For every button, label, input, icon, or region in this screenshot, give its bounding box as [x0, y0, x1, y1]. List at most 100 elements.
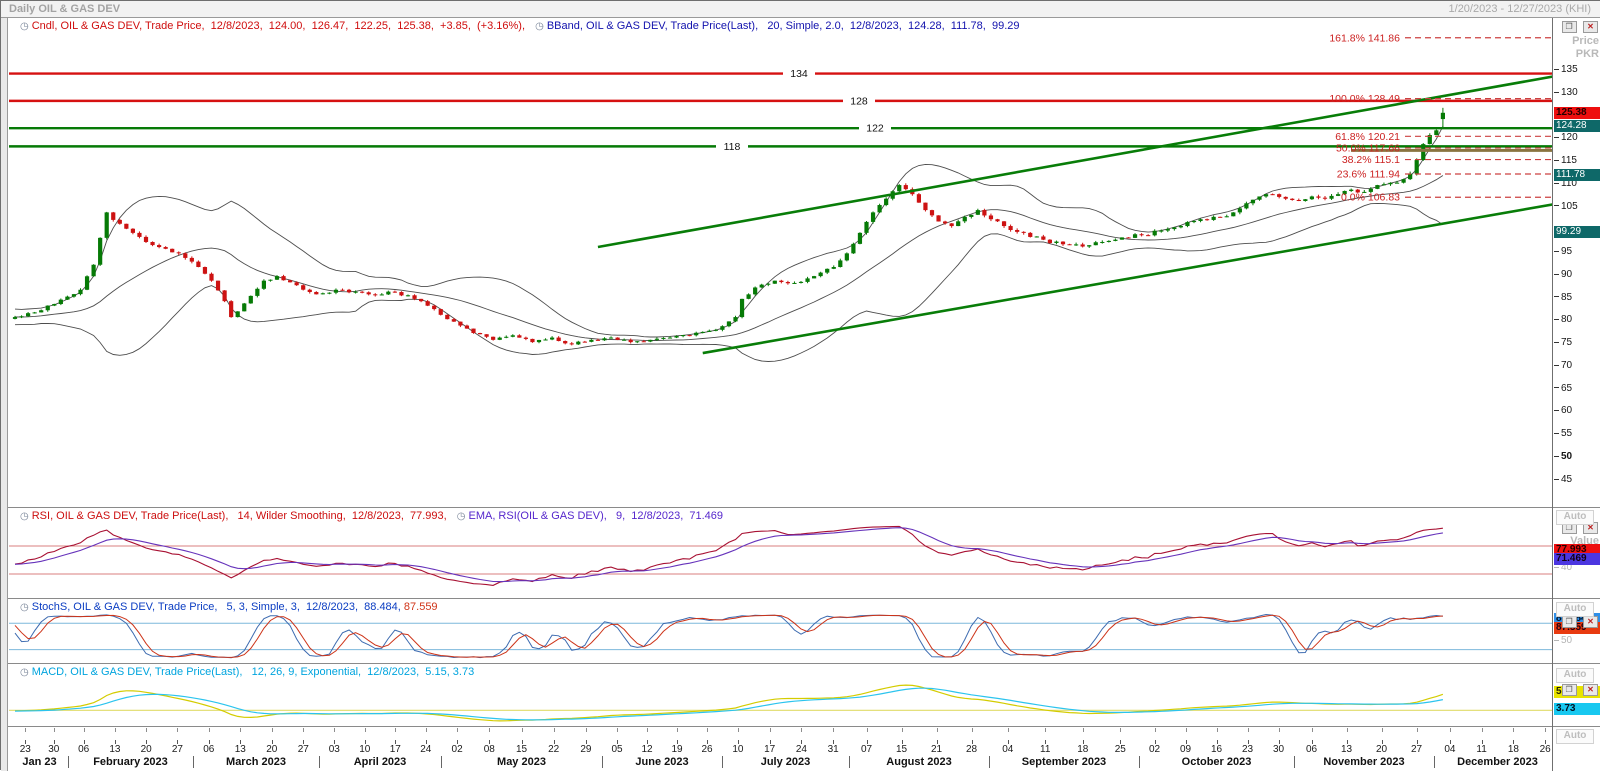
stoch-axis-tick: 50	[1554, 635, 1572, 646]
date-axis-tick-label: 17	[382, 744, 408, 755]
close-window-button[interactable]: ✕	[1583, 21, 1598, 33]
date-axis-tick-label: 20	[1369, 744, 1395, 755]
macd-axis-auto-button[interactable]: Auto	[1556, 729, 1594, 744]
date-axis-tick-label: 30	[41, 744, 67, 755]
date-axis-tickmark	[617, 728, 618, 732]
stochastic-panel[interactable]: ◷StochS, OIL & GAS DEV, Trade Price, 5, …	[1, 599, 1600, 664]
date-axis-tick-label: 23	[12, 744, 38, 755]
series-delay-icon: ◷	[457, 511, 466, 522]
price-chart-canvas[interactable]: 134128122118161.8% 141.86100.0% 128.4961…	[1, 18, 1552, 507]
series-delay-icon: ◷	[20, 511, 29, 522]
visible-date-range: 1/20/2023 - 12/27/2023 (KHI)	[1449, 3, 1591, 15]
date-axis-tickmark	[457, 728, 458, 732]
date-axis-tickmark	[489, 728, 490, 732]
value-badge: 125.38	[1554, 107, 1600, 119]
month-label: July 2023	[722, 756, 849, 768]
rsi-series-legend[interactable]: RSI, OIL & GAS DEV, Trade Price(Last), 1…	[32, 510, 450, 522]
rsi-panel[interactable]: ◷RSI, OIL & GAS DEV, Trade Price(Last), …	[1, 508, 1600, 599]
stoch-panel-window-buttons: ❐ ✕	[1560, 616, 1598, 629]
date-axis-tickmark	[1450, 728, 1451, 732]
date-axis-tick-label: 16	[1204, 744, 1230, 755]
date-axis-tick-label: 12	[634, 744, 660, 755]
date-axis-tick-label: 26	[694, 744, 720, 755]
value-badge: 3.73	[1554, 703, 1600, 715]
price-axis-tick: 50	[1554, 451, 1572, 462]
macd-panel[interactable]: ◷MACD, OIL & GAS DEV, Trade Price(Last),…	[1, 664, 1600, 727]
date-axis-tickmark	[54, 728, 55, 732]
stochastic-d-value: 87.559	[404, 601, 438, 613]
date-axis-tick-label: 15	[889, 744, 915, 755]
level-line-label: 128	[850, 95, 868, 107]
price-axis-title: Price	[1553, 35, 1599, 47]
bband-series-legend[interactable]: BBand, OIL & GAS DEV, Trade Price(Last),…	[547, 20, 1020, 32]
date-axis-tickmark	[426, 728, 427, 732]
restore-window-button[interactable]: ❐	[1562, 684, 1577, 696]
month-label: March 2023	[193, 756, 319, 768]
restore-window-button[interactable]: ❐	[1562, 616, 1577, 628]
value-axis-column[interactable]: ❐ ✕ Price PKR ❐ ✕ Value ❐ ✕ ❐ ✕ Auto Aut…	[1552, 18, 1600, 771]
date-axis-tickmark	[1312, 728, 1313, 732]
date-axis-tick-label: 11	[1469, 744, 1495, 755]
macd-panel-window-buttons: ❐ ✕	[1560, 684, 1598, 697]
price-axis-tick: 70	[1554, 360, 1572, 371]
date-axis-tickmark	[1513, 728, 1514, 732]
price-axis-tick: 115	[1554, 155, 1577, 166]
date-axis-tick-label: 11	[1032, 744, 1058, 755]
date-axis[interactable]: 2330Jan 2306132027February 202306132027M…	[1, 727, 1600, 771]
restore-window-button[interactable]: ❐	[1562, 21, 1577, 33]
macd-series-legend[interactable]: MACD, OIL & GAS DEV, Trade Price(Last), …	[32, 666, 474, 678]
date-axis-tick-label: 10	[725, 744, 751, 755]
price-panel[interactable]: 134128122118161.8% 141.86100.0% 128.4961…	[1, 18, 1600, 508]
fibonacci-level-label: 23.6% 111.94	[1337, 168, 1400, 180]
date-axis-tickmark	[937, 728, 938, 732]
rsi-axis-auto-button[interactable]: Auto	[1556, 602, 1594, 617]
window-titlebar[interactable]: Daily OIL & GAS DEV 1/20/2023 - 12/27/20…	[1, 1, 1600, 18]
date-axis-tick-label: 08	[476, 744, 502, 755]
date-axis-tick-label: 05	[604, 744, 630, 755]
date-axis-tick-label: 06	[71, 744, 97, 755]
month-label: Jan 23	[11, 756, 68, 768]
price-axis-tick: 75	[1554, 337, 1572, 348]
date-axis-tickmark	[395, 728, 396, 732]
fibonacci-level-label: 38.2% 115.1	[1342, 154, 1400, 166]
date-axis-tickmark	[146, 728, 147, 732]
date-axis-tickmark	[25, 728, 26, 732]
date-axis-tickmark	[365, 728, 366, 732]
date-axis-tickmark	[1248, 728, 1249, 732]
rsi-ema-series-legend[interactable]: EMA, RSI(OIL & GAS DEV), 9, 12/8/2023, 7…	[468, 510, 723, 522]
candle-series-legend[interactable]: Cndl, OIL & GAS DEV, Trade Price, 12/8/2…	[32, 20, 528, 32]
date-axis-tick-label: 04	[1437, 744, 1463, 755]
fibonacci-level-label: 100.0% 128.49	[1329, 93, 1400, 105]
date-axis-tick-label: 13	[1334, 744, 1360, 755]
price-axis-auto-button[interactable]: Auto	[1556, 510, 1594, 525]
price-legend: ◷Cndl, OIL & GAS DEV, Trade Price, 12/8/…	[13, 20, 1020, 44]
date-axis-tickmark	[770, 728, 771, 732]
close-window-button[interactable]: ✕	[1583, 684, 1598, 696]
close-window-button[interactable]: ✕	[1583, 616, 1598, 628]
date-axis-tick-label: 23	[1235, 744, 1261, 755]
chart-window: Daily OIL & GAS DEV 1/20/2023 - 12/27/20…	[0, 0, 1600, 770]
stochastic-series-legend[interactable]: StochS, OIL & GAS DEV, Trade Price, 5, 3…	[32, 601, 404, 613]
date-axis-tick-label: 02	[444, 744, 470, 755]
date-axis-tick-label: 13	[227, 744, 253, 755]
date-axis-tick-label: 21	[924, 744, 950, 755]
level-line-label: 134	[790, 68, 808, 80]
date-axis-tickmark	[1186, 728, 1187, 732]
price-axis-tick: 60	[1554, 405, 1572, 416]
price-axis-tick: 105	[1554, 201, 1578, 212]
month-label: August 2023	[849, 756, 989, 768]
date-axis-tickmark	[902, 728, 903, 732]
date-axis-tickmark	[586, 728, 587, 732]
date-axis-tick-label: 27	[1404, 744, 1430, 755]
date-axis-tick-label: 27	[290, 744, 316, 755]
trend-line[interactable]	[703, 204, 1552, 353]
date-axis-tickmark	[1482, 728, 1483, 732]
fibonacci-level-label: 161.8% 141.86	[1329, 32, 1400, 44]
value-badge: 111.78	[1554, 169, 1600, 181]
stoch-axis-auto-button[interactable]: Auto	[1556, 668, 1594, 683]
price-axis-currency: PKR	[1553, 48, 1599, 60]
date-axis-tickmark	[303, 728, 304, 732]
price-panel-window-buttons: ❐ ✕	[1560, 21, 1598, 34]
date-axis-tickmark	[707, 728, 708, 732]
date-axis-tick-label: 27	[164, 744, 190, 755]
